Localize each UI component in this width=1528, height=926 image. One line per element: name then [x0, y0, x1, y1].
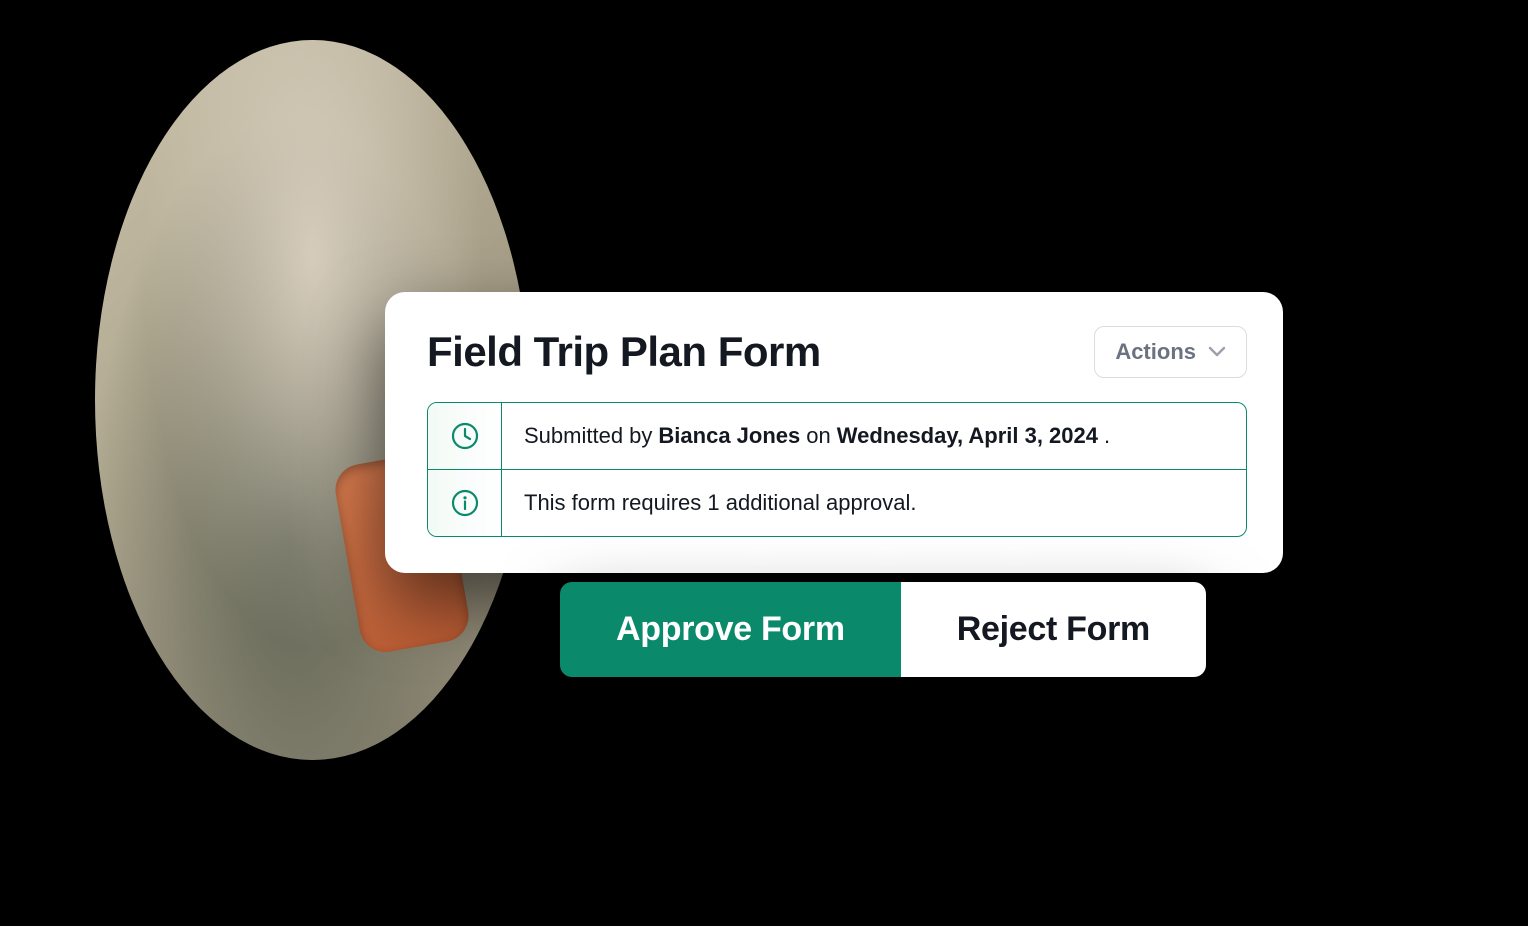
form-card: Field Trip Plan Form Actions Submitted b… — [385, 292, 1283, 573]
submitted-on-word: on — [806, 423, 830, 449]
submitted-suffix: . — [1104, 423, 1110, 449]
submitted-row: Submitted by Bianca Jones on Wednesday, … — [428, 403, 1246, 469]
approve-button[interactable]: Approve Form — [560, 582, 901, 677]
approval-line: This form requires 1 additional approval… — [524, 490, 917, 516]
actions-dropdown[interactable]: Actions — [1094, 326, 1247, 378]
submitter-name: Bianca Jones — [658, 423, 800, 449]
reject-button[interactable]: Reject Form — [901, 582, 1206, 677]
submitted-date: Wednesday, April 3, 2024 — [837, 423, 1098, 449]
form-title: Field Trip Plan Form — [427, 328, 821, 376]
info-icon — [428, 470, 502, 536]
approval-text: This form requires 1 additional approval… — [502, 470, 1246, 536]
status-box: Submitted by Bianca Jones on Wednesday, … — [427, 402, 1247, 537]
chevron-down-icon — [1208, 346, 1226, 358]
submitted-prefix: Submitted by — [524, 423, 652, 449]
submitted-text: Submitted by Bianca Jones on Wednesday, … — [502, 403, 1246, 469]
decision-bar: Approve Form Reject Form — [560, 582, 1206, 677]
actions-label: Actions — [1115, 339, 1196, 365]
clock-icon — [428, 403, 502, 469]
card-header: Field Trip Plan Form Actions — [427, 326, 1247, 378]
approval-row: This form requires 1 additional approval… — [428, 469, 1246, 536]
